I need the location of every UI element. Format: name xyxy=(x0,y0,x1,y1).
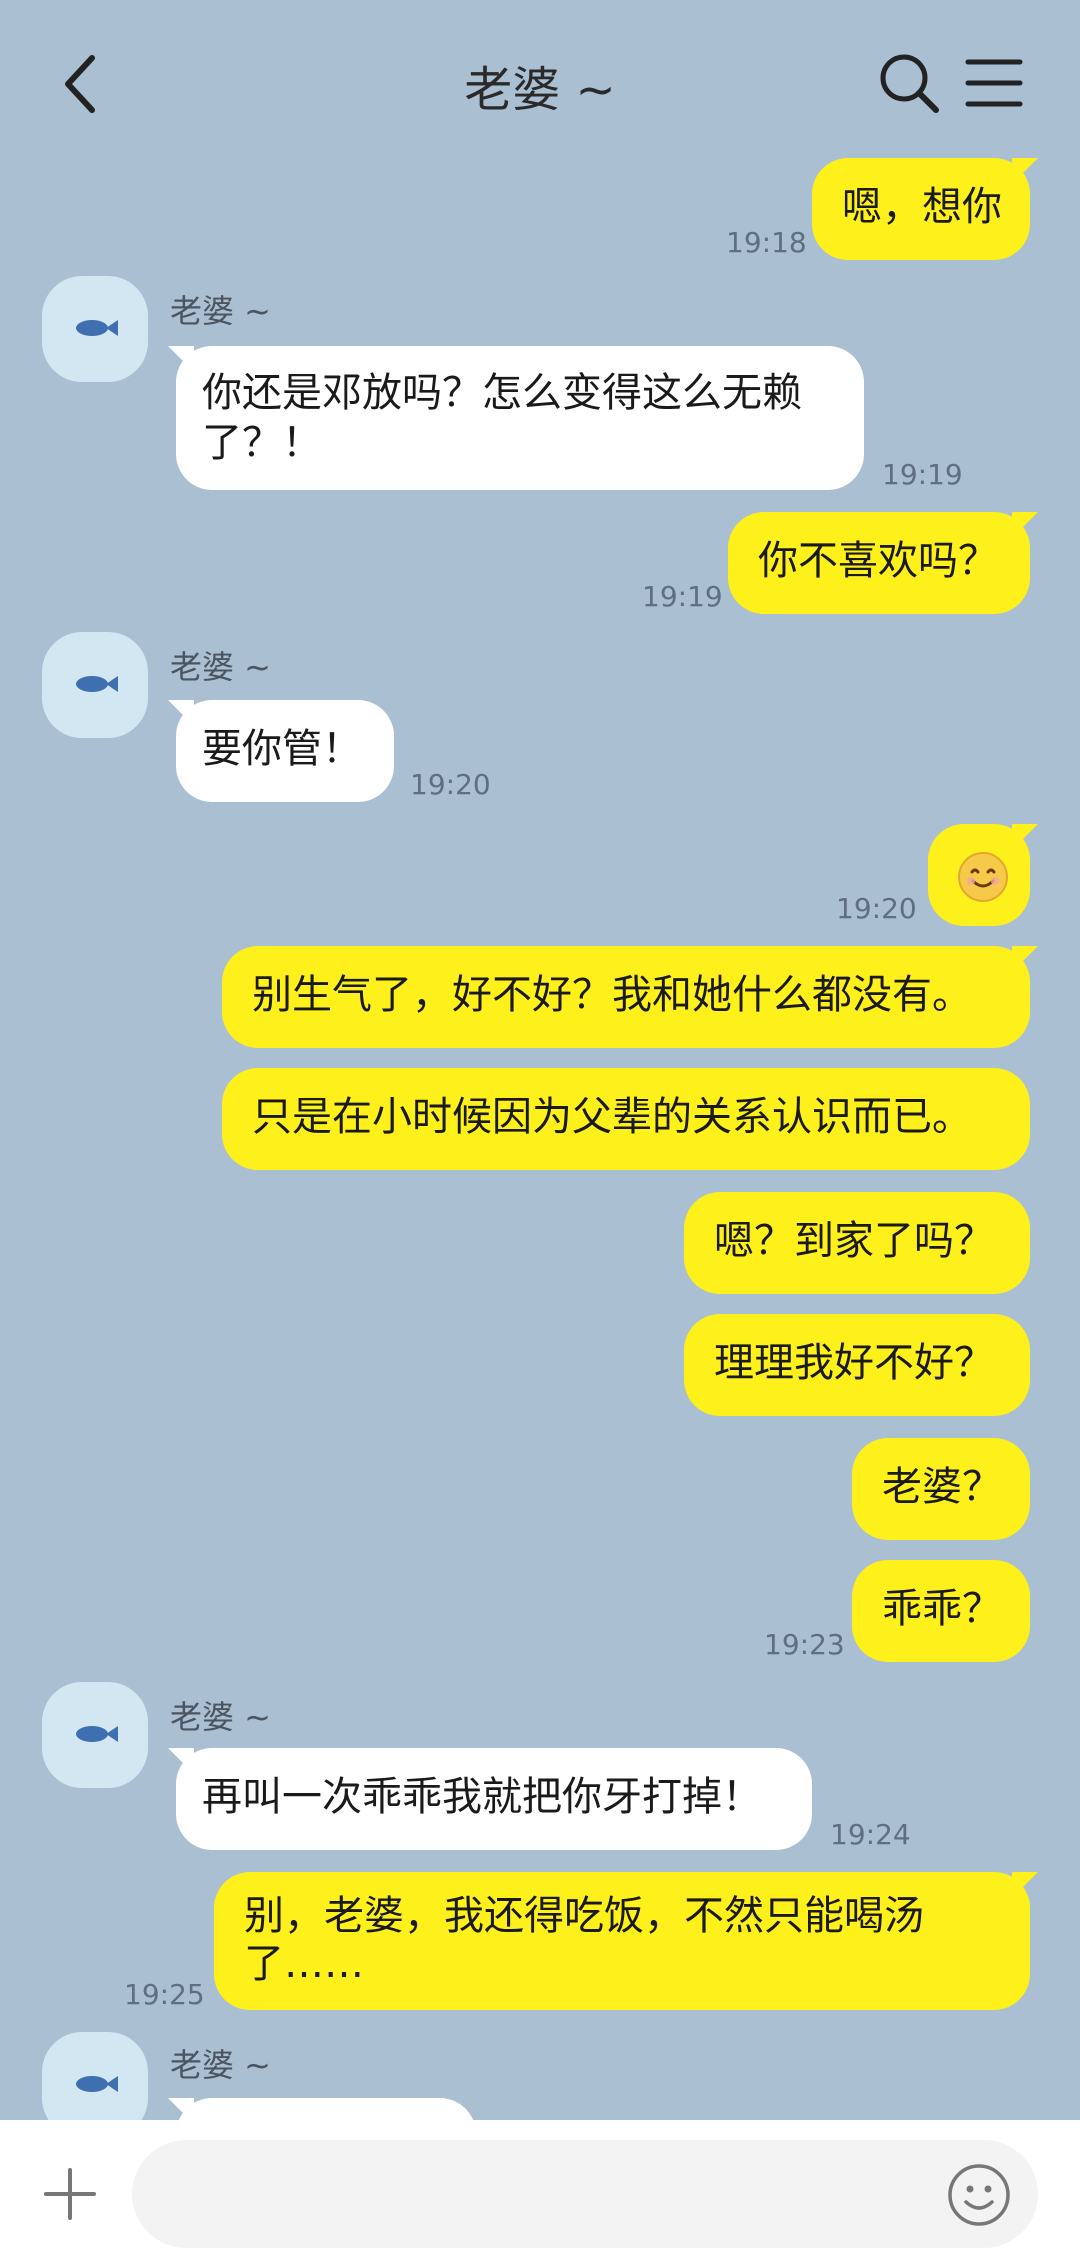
sender-name: 老婆 ~ xyxy=(170,292,271,330)
sender-name: 老婆 ~ xyxy=(170,1698,271,1736)
my-message-bubble[interactable]: 嗯？到家了吗？ xyxy=(684,1192,1030,1294)
avatar[interactable] xyxy=(42,1682,148,1788)
message-input-bar xyxy=(0,2120,1080,2260)
message-time: 19:19 xyxy=(882,458,963,491)
my-message-bubble[interactable]: 嗯，想你 xyxy=(812,158,1038,260)
message-time: 19:25 xyxy=(124,1978,205,2011)
my-message-bubble[interactable]: 理理我好不好？ xyxy=(684,1314,1030,1416)
search-button[interactable] xyxy=(876,50,942,116)
message-text: 老婆？ xyxy=(882,1464,1002,1510)
their-message-bubble[interactable]: 要你管！ xyxy=(168,700,394,802)
their-message-bubble[interactable]: 再叫一次乖乖我就把你牙打掉！ xyxy=(168,1748,812,1850)
plus-icon xyxy=(44,2168,96,2220)
fish-icon xyxy=(76,2076,118,2092)
smiling-face-icon xyxy=(958,852,1008,902)
attach-button[interactable] xyxy=(42,2166,98,2222)
sender-name: 老婆 ~ xyxy=(170,2046,271,2084)
message-text: 只是在小时候因为父辈的关系认识而已。 xyxy=(252,1094,972,1140)
message-text: 乖乖？ xyxy=(882,1586,1002,1632)
fish-icon xyxy=(76,676,118,692)
my-message-bubble[interactable]: 乖乖？ xyxy=(852,1560,1030,1662)
avatar[interactable] xyxy=(42,276,148,382)
sender-name: 老婆 ~ xyxy=(170,648,271,686)
emoji-button[interactable] xyxy=(946,2162,1012,2228)
smiley-icon xyxy=(948,2164,1010,2226)
message-time: 19:23 xyxy=(764,1628,845,1661)
message-time: 19:20 xyxy=(836,892,917,925)
my-message-bubble[interactable]: 你不喜欢吗？ xyxy=(728,512,1038,614)
my-message-bubble[interactable]: 只是在小时候因为父辈的关系认识而已。 xyxy=(222,1068,1030,1170)
menu-button[interactable] xyxy=(964,56,1024,110)
chat-header: 老婆 ~ xyxy=(0,0,1080,160)
message-text: 嗯？到家了吗？ xyxy=(714,1218,994,1264)
fish-icon xyxy=(76,1726,118,1742)
their-message-bubble[interactable]: 你还是邓放吗？怎么变得这么无赖 了？！ xyxy=(168,346,864,490)
message-text-line: 你还是邓放吗？怎么变得这么无赖 xyxy=(202,370,802,416)
my-message-bubble[interactable]: 别生气了，好不好？我和她什么都没有。 xyxy=(222,946,1038,1048)
message-text-line: 了…… xyxy=(244,1941,364,1987)
menu-icon xyxy=(965,59,1023,107)
message-time: 19:20 xyxy=(410,768,491,801)
message-text-line: 别，老婆，我还得吃饭，不然只能喝汤 xyxy=(244,1893,924,1939)
my-message-bubble[interactable]: 老婆？ xyxy=(852,1438,1030,1540)
message-text: 嗯，想你 xyxy=(842,184,1002,230)
message-text: 理理我好不好？ xyxy=(714,1340,994,1386)
search-icon xyxy=(880,54,939,113)
message-text: 再叫一次乖乖我就把你牙打掉！ xyxy=(202,1774,762,1820)
message-text: 你不喜欢吗？ xyxy=(758,538,998,584)
message-text: 别生气了，好不好？我和她什么都没有。 xyxy=(252,972,972,1018)
message-time: 19:18 xyxy=(726,226,807,259)
message-input[interactable] xyxy=(132,2140,1038,2248)
my-message-bubble[interactable]: 别，老婆，我还得吃饭，不然只能喝汤 了…… xyxy=(214,1872,1038,2010)
message-time: 19:24 xyxy=(830,1818,911,1851)
fish-icon xyxy=(76,320,118,336)
avatar[interactable] xyxy=(42,632,148,738)
message-text: 要你管！ xyxy=(202,726,362,772)
message-text-line: 了？！ xyxy=(202,420,322,466)
message-time: 19:19 xyxy=(642,580,723,613)
